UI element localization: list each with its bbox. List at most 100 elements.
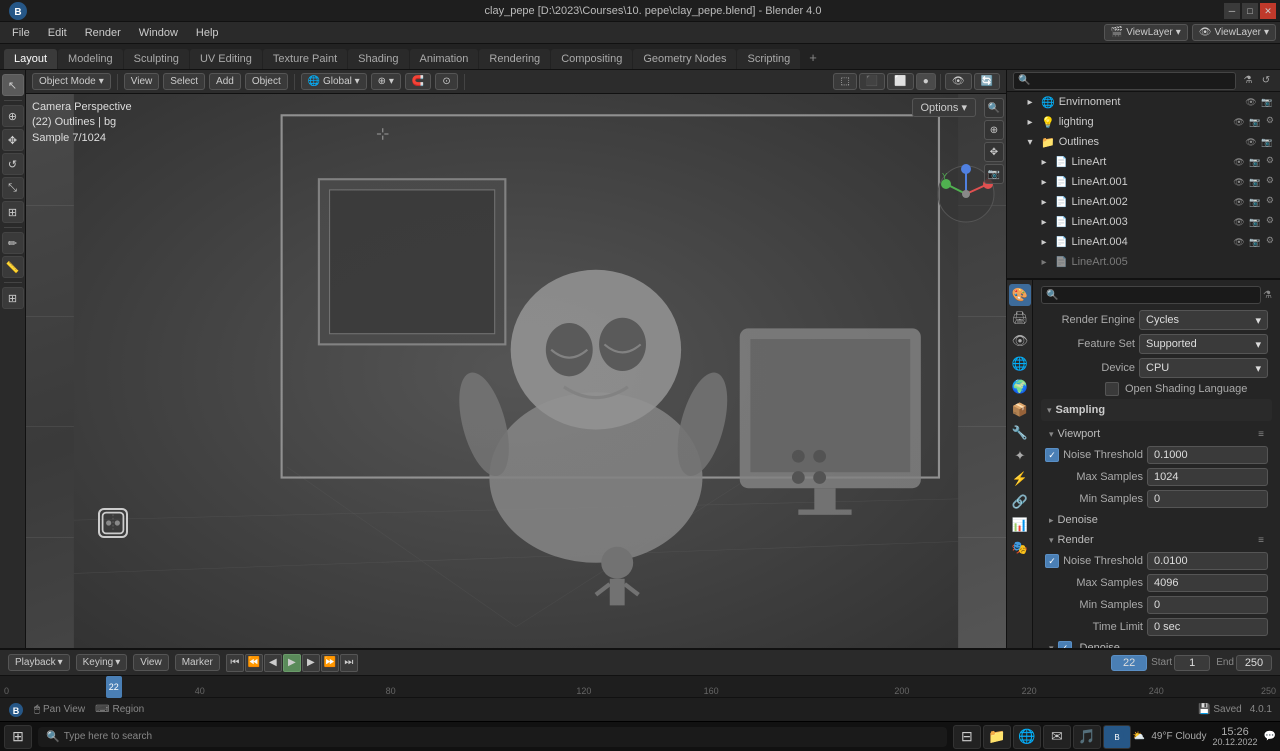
visibility-icon-3[interactable]: 👁	[1244, 135, 1258, 149]
menu-help[interactable]: Help	[188, 25, 227, 41]
outliner-item-lineart005[interactable]: ▸ 📄 LineArt.005	[1007, 252, 1280, 272]
tool-cursor[interactable]: ⊕	[2, 105, 24, 127]
prop-tab-view-layer[interactable]: 👁	[1009, 330, 1031, 352]
denoise-viewport-section[interactable]: ▸ Denoise	[1041, 510, 1272, 530]
min-samples-viewport-value[interactable]: 0	[1147, 490, 1268, 508]
current-frame[interactable]: 22	[1111, 655, 1147, 671]
sampling-section-header[interactable]: ▾ Sampling	[1041, 399, 1272, 421]
prop-tab-data[interactable]: 📊	[1009, 514, 1031, 536]
menu-file[interactable]: File	[4, 25, 38, 41]
blender-taskbar-button[interactable]: B	[1103, 725, 1131, 749]
jump-next-button[interactable]: ⏩	[321, 654, 339, 672]
zoom-in-icon[interactable]: 🔍	[984, 98, 1004, 118]
object-mode-dropdown[interactable]: Object Mode▾	[32, 73, 111, 90]
osl-checkbox[interactable]	[1105, 382, 1119, 396]
pan-button[interactable]: ✥	[984, 142, 1004, 162]
scene-selector[interactable]: 🎬 ViewLayer ▾	[1104, 24, 1188, 41]
prop-tab-world[interactable]: 🌍	[1009, 376, 1031, 398]
viewport-shading-rendered[interactable]: ●	[916, 73, 936, 90]
prop-tab-modifier[interactable]: 🔧	[1009, 422, 1031, 444]
render-icon[interactable]: 📷	[1260, 95, 1274, 109]
outliner-item-outlines[interactable]: ▾ 📁 Outlines 👁 📷	[1007, 132, 1280, 152]
edge-button[interactable]: 🌐	[1013, 725, 1041, 749]
visibility-icon-5[interactable]: 👁	[1232, 175, 1246, 189]
tab-add-button[interactable]: +	[801, 46, 825, 69]
tab-modeling[interactable]: Modeling	[58, 49, 123, 69]
pivot-point[interactable]: ⊕ ▾	[371, 73, 401, 90]
search-bar[interactable]: 🔍 Type here to search	[38, 727, 947, 747]
viewport-shading-material[interactable]: ⬜	[887, 73, 913, 90]
tab-animation[interactable]: Animation	[410, 49, 479, 69]
visibility-icon-4[interactable]: 👁	[1232, 155, 1246, 169]
noise-threshold-viewport-checkbox[interactable]: ✓	[1045, 448, 1059, 462]
tool-rotate[interactable]: ↺	[2, 153, 24, 175]
snap-toggle[interactable]: 🧲	[405, 73, 431, 90]
file-explorer-button[interactable]: 📁	[983, 725, 1011, 749]
time-limit-value[interactable]: 0 sec	[1147, 618, 1268, 636]
transform-global[interactable]: 🌐 Global ▾	[301, 73, 367, 90]
prop-tab-render[interactable]: 🎨	[1009, 284, 1031, 306]
jump-prev-button[interactable]: ⏪	[245, 654, 263, 672]
camera-button[interactable]: 📷	[984, 164, 1004, 184]
filter-icon[interactable]: ⚗	[1240, 73, 1256, 89]
tab-compositing[interactable]: Compositing	[551, 49, 632, 69]
tab-uv-editing[interactable]: UV Editing	[190, 49, 262, 69]
frame-ruler[interactable]: 0 22 40 80 120 160 200 220 240 250	[0, 675, 1280, 697]
next-frame-button[interactable]: ▶	[302, 654, 320, 672]
viewlayer-selector[interactable]: 👁 ViewLayer ▾	[1192, 24, 1276, 41]
add-menu[interactable]: Add	[209, 73, 241, 90]
noise-threshold-render-value[interactable]: 0.0100	[1147, 552, 1268, 570]
render-icon-4[interactable]: 📷	[1248, 155, 1262, 169]
denoise-render-section[interactable]: ▾ ✓ Denoise	[1041, 638, 1272, 648]
view-menu-timeline[interactable]: View	[133, 654, 169, 671]
marker-menu[interactable]: Marker	[175, 654, 220, 671]
prop-search[interactable]: 🔍	[1041, 286, 1261, 304]
select-menu[interactable]: Select	[163, 73, 205, 90]
notification-icon[interactable]: 💬	[1264, 731, 1276, 742]
prop-tab-constraints[interactable]: 🔗	[1009, 491, 1031, 513]
jump-end-button[interactable]: ⏭	[340, 654, 358, 672]
prop-tab-particles[interactable]: ✦	[1009, 445, 1031, 467]
tool-transform[interactable]: ⊞	[2, 201, 24, 223]
viewport-shading-solid[interactable]: ⬛	[859, 73, 885, 90]
outliner-item-environment[interactable]: ▸ 🌐 Envirnoment 👁 📷	[1007, 92, 1280, 112]
tool-move[interactable]: ✥	[2, 129, 24, 151]
minimize-button[interactable]: ─	[1224, 3, 1240, 19]
playhead-marker[interactable]: 22	[106, 676, 122, 698]
prev-frame-button[interactable]: ◀	[264, 654, 282, 672]
tab-rendering[interactable]: Rendering	[479, 49, 550, 69]
tab-scripting[interactable]: Scripting	[737, 49, 800, 69]
outliner-search[interactable]: 🔍	[1013, 72, 1236, 90]
outliner-item-lineart004[interactable]: ▸ 📄 LineArt.004 👁 📷 ⚙	[1007, 232, 1280, 252]
view-menu[interactable]: View	[124, 73, 160, 90]
playback-menu[interactable]: Playback ▾	[8, 654, 70, 671]
menu-render[interactable]: Render	[77, 25, 129, 41]
prop-tab-physics[interactable]: ⚡	[1009, 468, 1031, 490]
tab-texture-paint[interactable]: Texture Paint	[263, 49, 347, 69]
zoom-button[interactable]: ⊕	[984, 120, 1004, 140]
noise-threshold-viewport-value[interactable]: 0.1000	[1147, 446, 1268, 464]
visibility-icon[interactable]: 👁	[1244, 95, 1258, 109]
prop-tab-scene[interactable]: 🌐	[1009, 353, 1031, 375]
outliner-item-lineart003[interactable]: ▸ 📄 LineArt.003 👁 📷 ⚙	[1007, 212, 1280, 232]
outliner-item-lineart002[interactable]: ▸ 📄 LineArt.002 👁 📷 ⚙	[1007, 192, 1280, 212]
outliner-item-lighting[interactable]: ▸ 💡 lighting 👁 📷 ⚙	[1007, 112, 1280, 132]
tool-scale[interactable]: ⤡	[2, 177, 24, 199]
start-frame[interactable]: 1	[1174, 655, 1210, 671]
close-button[interactable]: ✕	[1260, 3, 1276, 19]
menu-window[interactable]: Window	[131, 25, 186, 41]
viewport-overlay[interactable]: 👁	[945, 73, 972, 90]
feature-set-dropdown[interactable]: Supported ▾	[1139, 334, 1268, 354]
play-button[interactable]: ▶	[283, 654, 301, 672]
viewport-options-button[interactable]: Options ▾	[912, 98, 977, 117]
render-icon-3[interactable]: 📷	[1260, 135, 1274, 149]
tab-shading[interactable]: Shading	[348, 49, 408, 69]
app-1-button[interactable]: 🎵	[1073, 725, 1101, 749]
prop-tab-material[interactable]: 🎭	[1009, 537, 1031, 559]
end-frame[interactable]: 250	[1236, 655, 1272, 671]
viewport[interactable]: ⊹ Camera Perspective (22) Outlines | bg …	[26, 94, 1006, 648]
maximize-button[interactable]: □	[1242, 3, 1258, 19]
device-dropdown[interactable]: CPU ▾	[1139, 358, 1268, 378]
prop-filter-icon[interactable]: ⚗	[1263, 290, 1272, 301]
object-menu[interactable]: Object	[245, 73, 288, 90]
